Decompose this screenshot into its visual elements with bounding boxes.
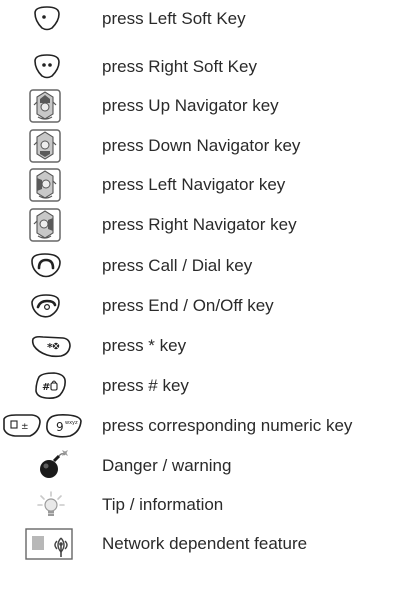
legend-item-right-navigator: press Right Navigator key [0,206,417,244]
svg-text:wxyz: wxyz [65,420,78,426]
legend-text: Tip / information [102,495,224,514]
svg-text:9: 9 [56,420,64,434]
end-on-off-key-icon [26,288,66,324]
down-navigator-key-icon [25,128,65,164]
legend-item-numeric-key: ± 9 wxyz press corresponding numeric key [0,407,417,445]
legend-item-right-soft-key: press Right Soft Key [0,48,417,86]
legend-item-tip-information: Tip / information [0,486,417,524]
legend-item-end-on-off: press End / On/Off key [0,287,417,325]
legend-text: press End / On/Off key [102,296,274,315]
tip-lightbulb-icon [33,487,73,523]
legend-text: press Call / Dial key [102,256,253,275]
up-navigator-key-icon [25,88,65,124]
danger-bomb-icon [33,448,73,484]
left-soft-key-icon [27,1,67,37]
star-key-icon: * [29,328,73,364]
legend-text: Danger / warning [102,456,232,475]
legend-item-network-dependent: Network dependent feature [0,525,417,563]
legend-text: Network dependent feature [102,534,308,553]
legend-text: press Left Soft Key [102,9,246,28]
legend-text: press Up Navigator key [102,96,279,115]
legend-item-up-navigator: press Up Navigator key [0,87,417,125]
legend-item-down-navigator: press Down Navigator key [0,127,417,165]
legend-item-call-dial: press Call / Dial key [0,247,417,285]
legend-item-left-soft-key: press Left Soft Key [0,0,417,38]
legend-text: press Left Navigator key [102,175,286,194]
legend-item-star-key: * press * key [0,327,417,365]
legend-text: press # key [102,376,189,395]
hash-key-icon: # [30,368,70,404]
legend-text: press * key [102,336,187,355]
left-navigator-key-icon [25,167,65,203]
network-antenna-icon [24,526,76,562]
legend-item-hash-key: # press # key [0,367,417,405]
right-soft-key-icon [27,49,67,85]
legend-item-left-navigator: press Left Navigator key [0,166,417,204]
numeric-key-icon: ± 9 wxyz [0,408,100,444]
legend-text: press Down Navigator key [102,136,301,155]
legend-item-danger-warning: Danger / warning [0,447,417,485]
legend-text: press Right Navigator key [102,215,297,234]
legend-text: press Right Soft Key [102,57,257,76]
svg-text:#: # [42,382,50,393]
legend-text: press corresponding numeric key [102,416,353,435]
right-navigator-key-icon [25,207,65,243]
call-dial-key-icon [26,248,66,284]
svg-text:*: * [47,341,53,354]
svg-text:±: ± [21,422,29,432]
